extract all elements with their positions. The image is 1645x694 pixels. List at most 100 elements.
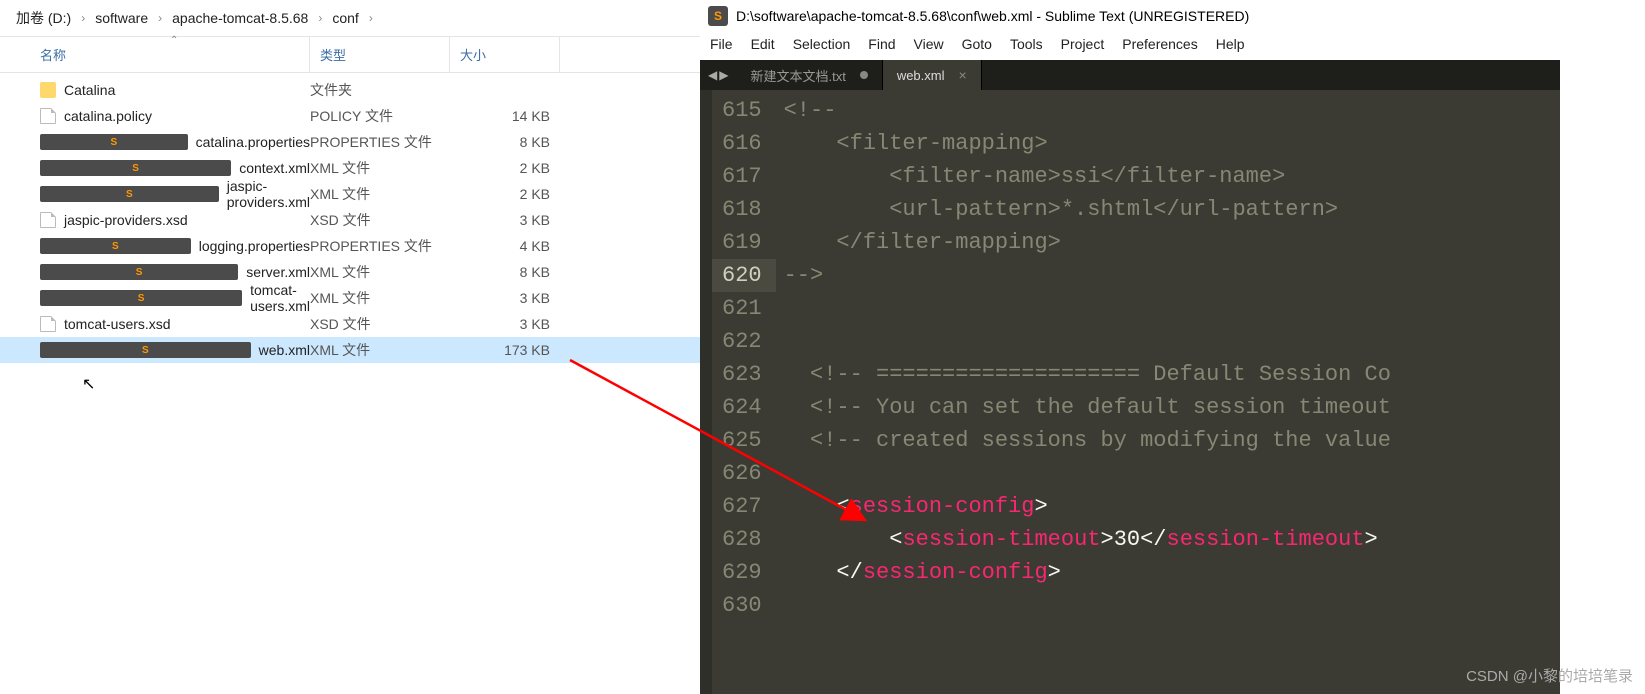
file-name: catalina.properties: [196, 134, 310, 150]
file-size: 2 KB: [450, 186, 560, 202]
window-titlebar: S D:\software\apache-tomcat-8.5.68\conf\…: [700, 0, 1560, 32]
sublime-logo-icon: S: [708, 6, 728, 26]
code-line[interactable]: <session-config>: [784, 490, 1391, 523]
line-number: 627: [722, 490, 762, 523]
breadcrumb-segment[interactable]: 加卷 (D:): [16, 8, 71, 28]
breadcrumb[interactable]: 加卷 (D:)›software›apache-tomcat-8.5.68›co…: [0, 0, 700, 36]
dirty-indicator-icon: [860, 71, 868, 79]
file-row[interactable]: Sweb.xmlXML 文件173 KB: [0, 337, 700, 363]
file-icon: [40, 212, 56, 228]
file-row[interactable]: Stomcat-users.xmlXML 文件3 KB: [0, 285, 700, 311]
file-row[interactable]: catalina.policyPOLICY 文件14 KB: [0, 103, 700, 129]
code-line[interactable]: <!--: [784, 94, 1391, 127]
code-line[interactable]: <!-- You can set the default session tim…: [784, 391, 1391, 424]
menu-item-project[interactable]: Project: [1061, 36, 1105, 52]
tab-label: 新建文本文档.txt: [750, 66, 845, 85]
menu-item-file[interactable]: File: [710, 36, 733, 52]
code-line[interactable]: <filter-mapping>: [784, 127, 1391, 160]
file-size: 14 KB: [450, 108, 560, 124]
file-row[interactable]: Slogging.propertiesPROPERTIES 文件4 KB: [0, 233, 700, 259]
sublime-file-icon: S: [40, 160, 231, 176]
file-type: PROPERTIES 文件: [310, 236, 450, 256]
menu-item-preferences[interactable]: Preferences: [1122, 36, 1197, 52]
close-tab-icon[interactable]: ×: [959, 67, 967, 83]
chevron-right-icon: ›: [312, 11, 328, 25]
file-type: PROPERTIES 文件: [310, 132, 450, 152]
code-line[interactable]: [784, 457, 1391, 490]
column-header-name[interactable]: 名称 ⌃: [0, 37, 310, 72]
file-name: jaspic-providers.xml: [227, 178, 310, 210]
code-line[interactable]: [784, 292, 1391, 325]
menu-item-selection[interactable]: Selection: [793, 36, 851, 52]
line-number: 624: [722, 391, 762, 424]
file-size: 8 KB: [450, 264, 560, 280]
file-size: 4 KB: [450, 238, 560, 254]
breadcrumb-segment[interactable]: software: [95, 10, 148, 26]
breadcrumb-segment[interactable]: apache-tomcat-8.5.68: [172, 10, 308, 26]
file-name: tomcat-users.xsd: [64, 316, 171, 332]
file-name: Catalina: [64, 82, 115, 98]
file-name: web.xml: [259, 342, 310, 358]
line-number: 621: [722, 292, 762, 325]
code-line[interactable]: [784, 589, 1391, 622]
menu-bar: File Edit Selection Find View Goto Tools Projec…: [700, 32, 1560, 60]
file-type: XML 文件: [310, 340, 450, 360]
folder-icon: [40, 82, 56, 98]
menu-item-tools[interactable]: Tools: [1010, 36, 1043, 52]
menu-item-find[interactable]: Find: [868, 36, 895, 52]
sublime-file-icon: S: [40, 238, 191, 254]
file-row[interactable]: Catalina文件夹: [0, 77, 700, 103]
sort-indicator-icon: ⌃: [170, 35, 178, 46]
file-name: tomcat-users.xml: [250, 282, 310, 314]
menu-item-edit[interactable]: Edit: [751, 36, 775, 52]
file-list: Catalina文件夹catalina.policyPOLICY 文件14 KB…: [0, 73, 700, 363]
menu-item-help[interactable]: Help: [1216, 36, 1245, 52]
file-size: 3 KB: [450, 212, 560, 228]
code-content[interactable]: <!-- <filter-mapping> <filter-name>ssi</…: [776, 90, 1391, 694]
sublime-file-icon: S: [40, 342, 251, 358]
file-size: 8 KB: [450, 134, 560, 150]
code-line[interactable]: </filter-mapping>: [784, 226, 1391, 259]
file-row[interactable]: Scatalina.propertiesPROPERTIES 文件8 KB: [0, 129, 700, 155]
file-row[interactable]: jaspic-providers.xsdXSD 文件3 KB: [0, 207, 700, 233]
sublime-file-icon: S: [40, 186, 219, 202]
code-line[interactable]: -->: [784, 259, 1391, 292]
tab-bar: ◀ ▶ 新建文本文档.txt web.xml×: [700, 60, 1560, 90]
file-name: context.xml: [239, 160, 310, 176]
file-explorer: 加卷 (D:)›software›apache-tomcat-8.5.68›co…: [0, 0, 700, 694]
code-line[interactable]: [784, 325, 1391, 358]
file-size: 3 KB: [450, 316, 560, 332]
file-size: 2 KB: [450, 160, 560, 176]
column-header-size[interactable]: 大小: [450, 37, 560, 72]
sublime-text-window: S D:\software\apache-tomcat-8.5.68\conf\…: [700, 0, 1560, 694]
file-icon: [40, 108, 56, 124]
editor-tab[interactable]: 新建文本文档.txt: [736, 60, 882, 90]
file-row[interactable]: Sjaspic-providers.xmlXML 文件2 KB: [0, 181, 700, 207]
code-line[interactable]: <session-timeout>30</session-timeout>: [784, 523, 1391, 556]
file-size: 3 KB: [450, 290, 560, 306]
code-line[interactable]: </session-config>: [784, 556, 1391, 589]
file-icon: [40, 316, 56, 332]
file-list-header[interactable]: 名称 ⌃ 类型 大小: [0, 36, 700, 73]
window-title: D:\software\apache-tomcat-8.5.68\conf\we…: [736, 8, 1249, 24]
code-line[interactable]: <!-- ==================== Default Sessio…: [784, 358, 1391, 391]
file-type: XSD 文件: [310, 314, 450, 334]
code-line[interactable]: <url-pattern>*.shtml</url-pattern>: [784, 193, 1391, 226]
nav-forward-icon[interactable]: ▶: [719, 68, 728, 82]
file-row[interactable]: tomcat-users.xsd XSD 文件3 KB: [0, 311, 700, 337]
line-number: 622: [722, 325, 762, 358]
code-line[interactable]: <filter-name>ssi</filter-name>: [784, 160, 1391, 193]
column-header-type[interactable]: 类型: [310, 37, 450, 72]
menu-item-view[interactable]: View: [914, 36, 944, 52]
nav-back-icon[interactable]: ◀: [708, 68, 717, 82]
code-line[interactable]: <!-- created sessions by modifying the v…: [784, 424, 1391, 457]
file-type: XML 文件: [310, 184, 450, 204]
tab-nav-arrows[interactable]: ◀ ▶: [700, 68, 736, 82]
editor-tab[interactable]: web.xml×: [883, 60, 982, 90]
file-type: XML 文件: [310, 288, 450, 308]
code-editor[interactable]: 6156166176186196206216226236246256266276…: [700, 90, 1560, 694]
breadcrumb-segment[interactable]: conf: [332, 10, 358, 26]
menu-item-goto[interactable]: Goto: [962, 36, 992, 52]
file-type: POLICY 文件: [310, 106, 450, 126]
file-name: logging.properties: [199, 238, 310, 254]
